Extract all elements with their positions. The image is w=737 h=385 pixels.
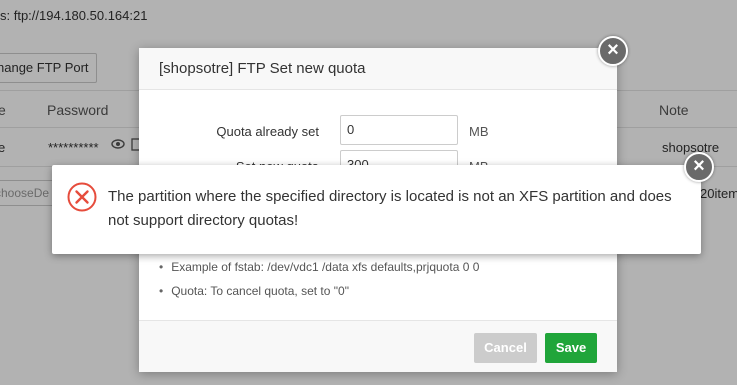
tip-fstab: Example of fstab: /dev/vdc1 /data xfs de… — [159, 260, 479, 274]
toast-close-icon[interactable]: × — [684, 152, 714, 182]
modal-footer: Cancel Save — [139, 320, 617, 372]
quota-set-unit: MB — [469, 124, 489, 139]
tip-cancel-quota: Quota: To cancel quota, set to "0" — [159, 284, 349, 298]
modal-title: [shopsotre] FTP Set new quota — [139, 48, 617, 90]
cancel-button[interactable]: Cancel — [474, 333, 537, 363]
error-x-icon — [67, 182, 97, 212]
save-button[interactable]: Save — [545, 333, 597, 363]
quota-set-label: Quota already set — [216, 124, 319, 139]
modal-close-icon[interactable]: × — [598, 36, 628, 66]
error-message: The partition where the specified direct… — [108, 188, 672, 229]
quota-set-input[interactable]: 0 — [340, 115, 458, 145]
error-toast: The partition where the specified direct… — [52, 165, 701, 254]
